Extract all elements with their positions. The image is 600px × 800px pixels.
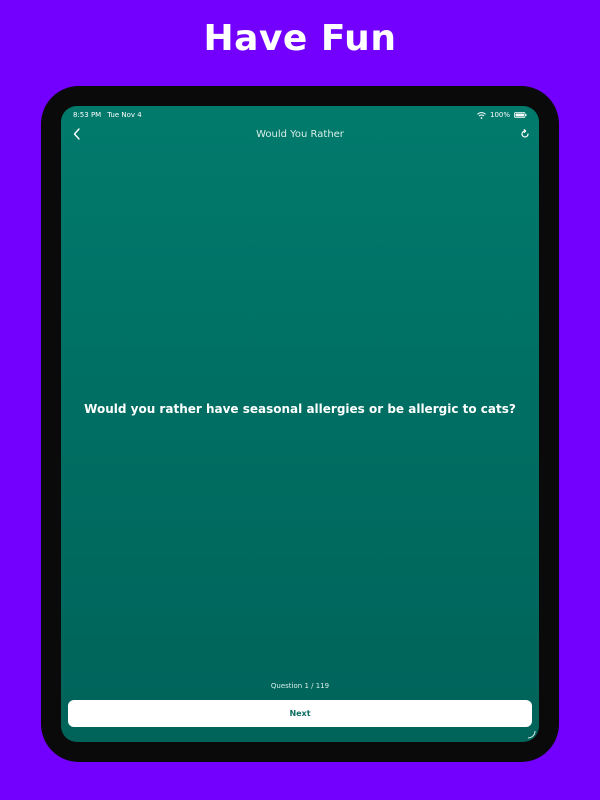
- status-time: 8:53 PM: [73, 111, 102, 119]
- question-counter: Question 1 / 119: [270, 682, 330, 690]
- status-bar: 8:53 PM Tue Nov 4 100%: [61, 106, 539, 124]
- page-headline: Have Fun: [203, 18, 397, 59]
- battery-icon: [514, 112, 527, 118]
- refresh-icon: [521, 129, 529, 138]
- app-screen: 8:53 PM Tue Nov 4 100% Would You Rather …: [61, 106, 539, 742]
- status-right: 100%: [477, 111, 527, 119]
- wifi-icon: [477, 111, 486, 119]
- nav-bar: Would You Rather: [61, 124, 539, 144]
- resize-corner-icon: [527, 730, 536, 739]
- status-left: 8:53 PM Tue Nov 4: [73, 111, 142, 119]
- nav-title: Would You Rather: [256, 128, 344, 140]
- tablet-frame: 8:53 PM Tue Nov 4 100% Would You Rather …: [41, 86, 559, 762]
- battery-percent: 100%: [489, 111, 510, 119]
- chevron-left-icon: [73, 128, 80, 140]
- back-button[interactable]: [69, 126, 85, 142]
- status-date: Tue Nov 4: [107, 111, 142, 119]
- question-text: Would you rather have seasonal allergies…: [84, 402, 516, 416]
- refresh-button[interactable]: [517, 126, 533, 142]
- next-button[interactable]: Next: [68, 700, 532, 727]
